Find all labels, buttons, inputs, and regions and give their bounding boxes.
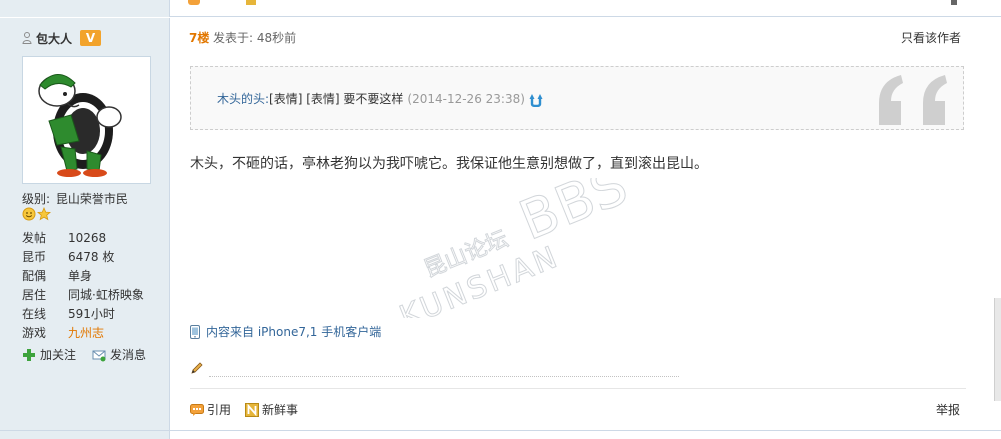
author-stats: 发帖 10268 昆币 6478 枚 配偶 单身 居住 同城·虹桥映象 在线 5… xyxy=(22,228,162,342)
smile-icon xyxy=(22,207,36,221)
scrollbar[interactable] xyxy=(994,298,1001,401)
floor-number[interactable]: 7楼 xyxy=(189,29,209,46)
stat-row: 游戏 九州志 xyxy=(22,323,162,342)
quote-date: (2014-12-26 23:38) xyxy=(407,91,525,106)
source-label: 内容来自 iPhone7,1 手机客户端 xyxy=(206,325,382,339)
star-icon xyxy=(37,207,51,221)
user-icon xyxy=(22,32,32,44)
watermark-line3: BBS xyxy=(511,178,637,253)
post-content: 木头，不砸的话，亭林老狗以为我吓唬它。我保证他生意别想做了，直到滚出昆山。 xyxy=(190,156,708,172)
reply-icon xyxy=(190,403,204,416)
follow-label: 加关注 xyxy=(40,348,77,362)
game-link[interactable]: 九州志 xyxy=(68,324,104,341)
next-sidebar-edge xyxy=(0,431,170,439)
stat-row: 配偶 单身 xyxy=(22,266,162,285)
stat-row: 在线 591小时 xyxy=(22,304,162,323)
message-label: 发消息 xyxy=(110,348,147,362)
quote-author[interactable]: 木头的头: xyxy=(217,90,269,107)
previous-reply-icon-fragment xyxy=(188,0,200,5)
next-post-strip xyxy=(0,430,1001,439)
previous-report-fragment xyxy=(951,0,957,5)
stat-row: 发帖 10268 xyxy=(22,228,162,247)
avatar-image xyxy=(27,61,146,179)
watermark-line1: 昆山论坛 xyxy=(421,227,512,283)
watermark-line2: KUNSHAN xyxy=(395,239,565,318)
stat-row: 居住 同城·虹桥映象 xyxy=(22,285,162,304)
stat-key: 昆币 xyxy=(22,250,47,264)
stat-key: 配偶 xyxy=(22,269,47,283)
quote-text: [表情] [表情] 要不要这样 xyxy=(269,92,404,106)
reply-button[interactable]: 引用 xyxy=(190,401,231,418)
level-label: 级别: xyxy=(22,192,51,206)
author-row: 包大人 V xyxy=(22,30,102,47)
stat-key: 在线 xyxy=(22,307,47,321)
message-icon xyxy=(92,350,106,361)
author-name[interactable]: 包大人 xyxy=(36,30,72,47)
follow-button[interactable]: 加关注 xyxy=(22,346,76,363)
only-author-link[interactable]: 只看该作者 xyxy=(901,29,961,46)
quote-box: 木头的头: [表情] [表情] 要不要这样 (2014-12-26 23:38) xyxy=(190,66,964,130)
stat-value: 6478 枚 xyxy=(68,250,115,264)
send-message-button[interactable]: 发消息 xyxy=(92,346,146,363)
watermark: 昆山论坛 KUNSHAN BBS xyxy=(394,178,637,318)
post-actions: 引用 新鲜事 xyxy=(190,401,298,418)
verified-badge: V xyxy=(80,30,102,46)
level-value: 昆山荣誉市民 xyxy=(55,192,128,206)
report-link[interactable]: 举报 xyxy=(936,401,960,418)
stat-value: 10268 xyxy=(68,230,107,245)
signature-divider xyxy=(209,376,679,377)
previous-fresh-icon-fragment xyxy=(246,0,256,5)
fresh-icon xyxy=(245,402,260,417)
stat-value: 单身 xyxy=(68,269,93,283)
quote-mark-icon xyxy=(879,75,947,125)
quote-line: 木头的头: [表情] [表情] 要不要这样 (2014-12-26 23:38) xyxy=(217,90,543,107)
arrow-up-icon[interactable] xyxy=(529,91,543,107)
phone-icon xyxy=(190,324,200,339)
stat-row: 昆币 6478 枚 xyxy=(22,247,162,266)
pencil-icon xyxy=(191,362,203,374)
author-actions: 加关注 发消息 xyxy=(22,346,146,363)
stat-key: 居住 xyxy=(22,288,47,302)
reply-label: 引用 xyxy=(207,403,232,417)
fresh-button[interactable]: 新鲜事 xyxy=(245,401,298,418)
previous-sidebar-edge xyxy=(0,0,170,17)
stat-value: 同城·虹桥映象 xyxy=(68,288,144,302)
plus-icon xyxy=(23,348,35,361)
level-icons xyxy=(22,207,51,221)
stat-value: 591小时 xyxy=(68,307,115,321)
source-link[interactable]: 内容来自 iPhone7,1 手机客户端 xyxy=(190,323,381,340)
post-body: 7楼 发表于: 48秒前 只看该作者 木头的头: [表情] [表情] 要不要这样… xyxy=(171,18,1001,430)
stat-key: 发帖 xyxy=(22,231,47,245)
stat-key: 游戏 xyxy=(22,326,47,340)
author-level: 级别: 昆山荣誉市民 xyxy=(22,190,128,207)
fresh-label: 新鲜事 xyxy=(262,403,299,417)
author-sidebar: 包大人 V 级别: 昆山荣誉市民 发帖 10268 昆币 6478 枚 配偶 单… xyxy=(0,18,170,430)
previous-post-strip xyxy=(0,0,1001,17)
post-time: 发表于: 48秒前 xyxy=(213,31,297,45)
footer-divider xyxy=(190,388,966,389)
avatar[interactable] xyxy=(22,56,151,184)
